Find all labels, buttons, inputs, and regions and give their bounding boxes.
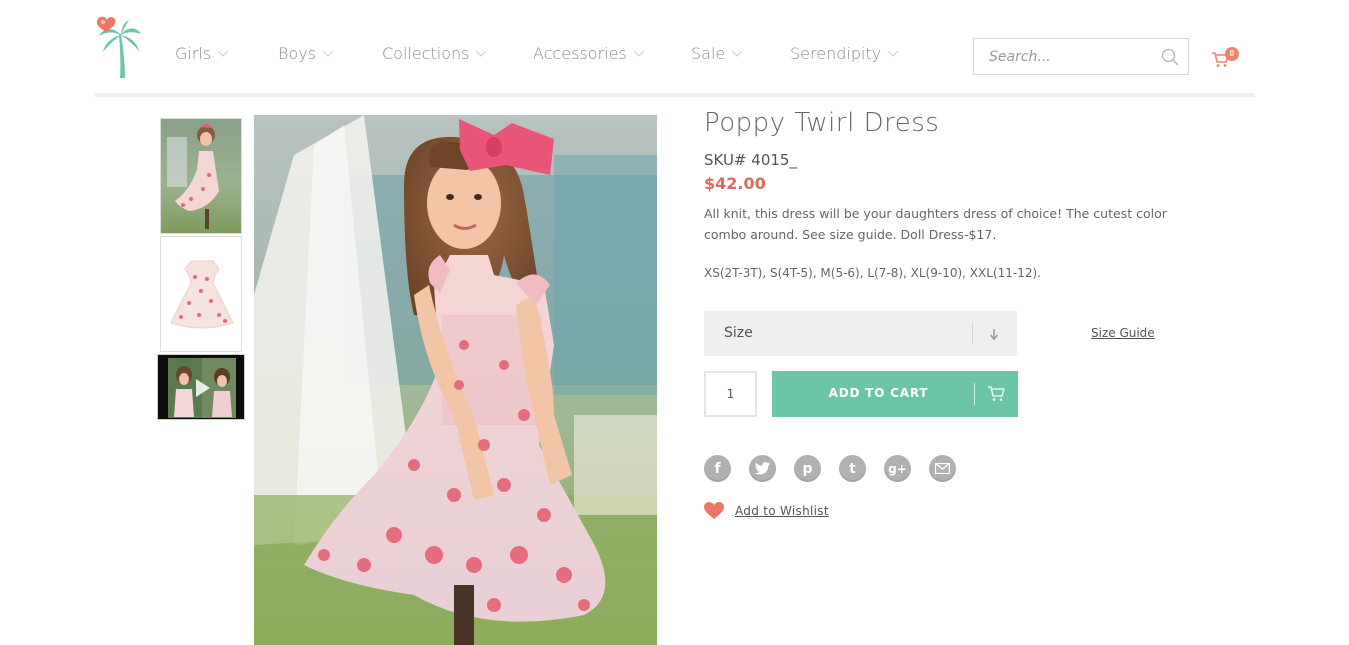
search-icon[interactable] [1161,48,1179,66]
nav-item-label: Girls [175,44,212,63]
product-description: All knit, this dress will be your daught… [704,206,1167,242]
product-price: $42.00 [704,174,766,193]
product-sizes: XS(2T-3T), S(4T-5), M(5-6), L(7-8), XL(9… [704,266,1041,280]
size-guide-link[interactable]: Size Guide [1091,326,1155,340]
quantity-input[interactable] [706,373,755,415]
arrow-down-icon [989,329,999,341]
wishlist-label: Add to Wishlist [735,504,829,518]
nav-item-accessories[interactable]: Accessories [533,44,645,63]
product-title: Poppy Twirl Dress [704,108,940,138]
divider [972,323,973,344]
product-video-thumbnail[interactable] [157,354,245,420]
chevron-down-icon [731,50,743,57]
product-sku: SKU# 4015_ [704,151,797,169]
cart-count-badge: 0 [1225,47,1239,61]
product-thumbnail-2[interactable] [160,236,242,352]
tumblr-icon[interactable]: t [839,455,866,482]
site-header: Girls Boys Collections Accessories Sale … [95,0,1255,97]
add-to-cart-label: ADD TO CART [828,386,929,400]
product-thumbnail-image [161,237,241,351]
nav-item-girls[interactable]: Girls [175,44,229,63]
cart-button[interactable]: 0 [1211,46,1241,68]
quantity-field [704,371,757,417]
facebook-icon[interactable]: f [704,455,731,482]
nav-item-label: Sale [691,44,726,63]
add-to-wishlist[interactable]: Add to Wishlist [704,501,829,521]
product-thumbnail-image [158,355,244,419]
divider [974,383,975,405]
product-main-image[interactable] [254,115,657,645]
chevron-down-icon [887,50,899,57]
nav-item-label: Serendipity [790,44,882,63]
nav-item-sale[interactable]: Sale [691,44,743,63]
nav-item-serendipity[interactable]: Serendipity [790,44,899,63]
google-plus-icon[interactable]: g+ [884,455,911,482]
twitter-icon[interactable] [749,455,776,482]
size-select-label: Size [724,325,753,341]
size-select[interactable]: Size [704,311,1017,356]
product-thumbnail-image [161,119,241,233]
nav-item-label: Boys [278,44,317,63]
chevron-down-icon [322,50,334,57]
nav-item-label: Collections [382,44,470,63]
heart-icon [704,502,724,519]
product-photo [254,115,657,645]
add-to-cart-button[interactable]: ADD TO CART [772,371,1018,417]
product-thumbnail-1[interactable] [160,118,242,234]
search-input[interactable] [974,39,1154,74]
email-icon[interactable] [929,455,956,482]
chevron-down-icon [217,50,229,57]
nav-item-label: Accessories [533,44,627,63]
shopping-cart-icon [988,386,1005,401]
palm-tree-logo-icon[interactable] [95,14,143,80]
search-box [973,38,1189,75]
pinterest-icon[interactable]: p [794,455,821,482]
chevron-down-icon [476,50,487,57]
nav-item-boys[interactable]: Boys [278,44,334,63]
chevron-down-icon [633,50,645,57]
nav-item-collections[interactable]: Collections [382,44,487,63]
